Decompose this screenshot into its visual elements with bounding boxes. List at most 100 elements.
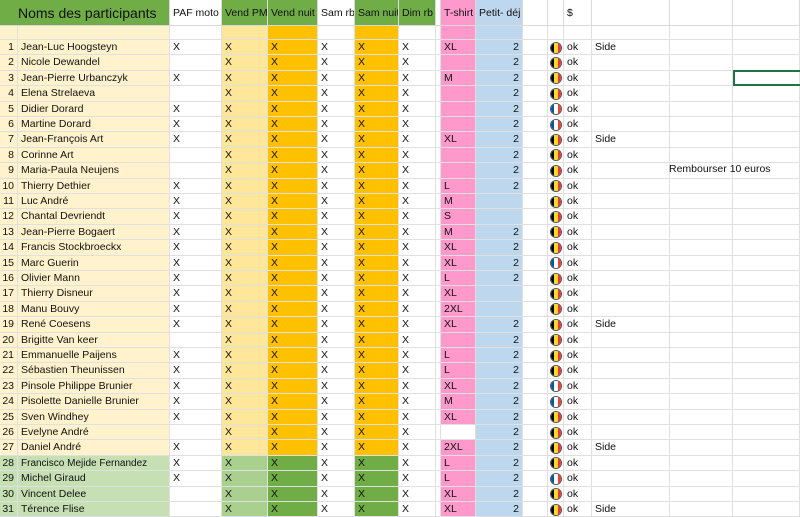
cell-ok[interactable]: ok [564,255,592,271]
cell-name[interactable]: Jean-Pierre Urbanczyk [18,70,170,87]
flag-cell[interactable] [548,86,564,102]
cell-dimrb[interactable]: X [399,332,436,348]
cell-n[interactable]: 14 [0,240,18,256]
cell-paf[interactable]: X [170,301,222,318]
cell-vnuit[interactable]: X [268,55,318,71]
empty-cell[interactable] [523,317,548,333]
header-c4[interactable] [670,0,733,26]
cell-tshirt[interactable]: L [441,271,476,287]
empty-cell[interactable] [733,271,800,287]
cell-extra[interactable] [592,363,670,379]
cell-name[interactable]: Francisco Mejide Fernandez [18,455,170,472]
header-c3[interactable] [592,0,670,26]
cell-samrb[interactable]: X [318,301,355,318]
cell-vnuit[interactable]: X [268,132,318,148]
empty-cell[interactable] [733,117,800,133]
cell-vnuit[interactable]: X [268,425,318,441]
empty-cell[interactable] [670,286,733,302]
cell-vpm[interactable]: X [222,163,268,179]
cell-dimrb[interactable]: X [399,455,436,472]
cell-dimrb[interactable]: X [399,70,436,87]
cell-vpm[interactable]: X [222,255,268,271]
blank-cell[interactable] [355,26,399,40]
flag-cell[interactable] [548,147,564,164]
cell-tshirt[interactable]: XL [441,317,476,333]
header-dollar[interactable]: $ [564,0,592,26]
cell-vnuit[interactable]: X [268,255,318,271]
blank-cell[interactable] [476,26,523,40]
cell-paf[interactable]: X [170,132,222,148]
empty-cell[interactable] [523,101,548,117]
cell-samnuit[interactable]: X [355,163,399,179]
blank-cell[interactable] [318,26,355,40]
cell-n[interactable]: 18 [0,301,18,318]
cell-ok[interactable]: ok [564,209,592,225]
empty-cell[interactable] [523,86,548,102]
cell-samnuit[interactable]: X [355,101,399,117]
empty-cell[interactable] [670,332,733,348]
cell-extra[interactable] [592,101,670,117]
cell-vnuit[interactable]: X [268,502,318,517]
empty-cell[interactable] [670,147,733,164]
flag-cell[interactable] [548,209,564,225]
cell-samrb[interactable]: X [318,147,355,164]
cell-samnuit[interactable]: X [355,271,399,287]
cell-n[interactable]: 19 [0,317,18,333]
cell-n[interactable]: 21 [0,348,18,364]
selected-cell[interactable] [733,70,800,86]
cell-tshirt[interactable] [441,101,476,117]
cell-samrb[interactable]: X [318,425,355,441]
cell-samrb[interactable]: X [318,502,355,517]
cell-ok[interactable]: ok [564,271,592,287]
empty-cell[interactable] [523,240,548,256]
cell-petit[interactable]: 2 [476,271,523,287]
cell-dimrb[interactable]: X [399,271,436,287]
cell-ok[interactable]: ok [564,101,592,117]
cell-n[interactable]: 24 [0,394,18,410]
cell-petit[interactable]: 2 [476,132,523,148]
cell-vnuit[interactable]: X [268,332,318,348]
flag-cell[interactable] [548,440,564,456]
empty-cell[interactable] [733,209,800,225]
empty-cell[interactable] [670,209,733,225]
cell-tshirt[interactable]: XL [441,378,476,395]
header-c2[interactable] [548,0,564,26]
cell-extra[interactable]: Side [592,440,670,456]
cell-tshirt[interactable]: L [441,363,476,379]
cell-ok[interactable]: ok [564,240,592,256]
flag-cell[interactable] [548,363,564,379]
cell-ok[interactable]: ok [564,224,592,241]
cell-n[interactable]: 23 [0,378,18,395]
cell-tshirt[interactable] [441,86,476,102]
cell-petit[interactable]: 2 [476,163,523,179]
cell-paf[interactable]: X [170,40,222,56]
empty-cell[interactable] [523,332,548,348]
cell-extra[interactable] [592,271,670,287]
cell-petit[interactable]: 2 [476,240,523,256]
cell-samnuit[interactable]: X [355,240,399,256]
empty-cell[interactable] [670,271,733,287]
cell-tshirt[interactable]: L [441,455,476,472]
cell-ok[interactable]: ok [564,301,592,318]
cell-tshirt[interactable] [441,147,476,164]
cell-n[interactable]: 15 [0,255,18,271]
cell-vpm[interactable]: X [222,271,268,287]
cell-paf[interactable]: X [170,209,222,225]
cell-vnuit[interactable]: X [268,40,318,56]
cell-paf[interactable]: X [170,271,222,287]
cell-vnuit[interactable]: X [268,178,318,194]
empty-cell[interactable] [733,409,800,425]
flag-cell[interactable] [548,455,564,472]
cell-name[interactable]: Jean-Luc Hoogsteyn [18,40,170,56]
cell-vpm[interactable]: X [222,378,268,395]
cell-tshirt[interactable] [441,117,476,133]
cell-paf[interactable]: X [170,317,222,333]
empty-cell[interactable] [670,455,733,472]
cell-n[interactable]: 22 [0,363,18,379]
cell-vnuit[interactable]: X [268,209,318,225]
empty-cell[interactable] [523,132,548,148]
cell-name[interactable]: Brigitte Van keer [18,332,170,348]
cell-samrb[interactable]: X [318,378,355,395]
empty-cell[interactable] [733,147,800,164]
cell-samnuit[interactable]: X [355,70,399,87]
